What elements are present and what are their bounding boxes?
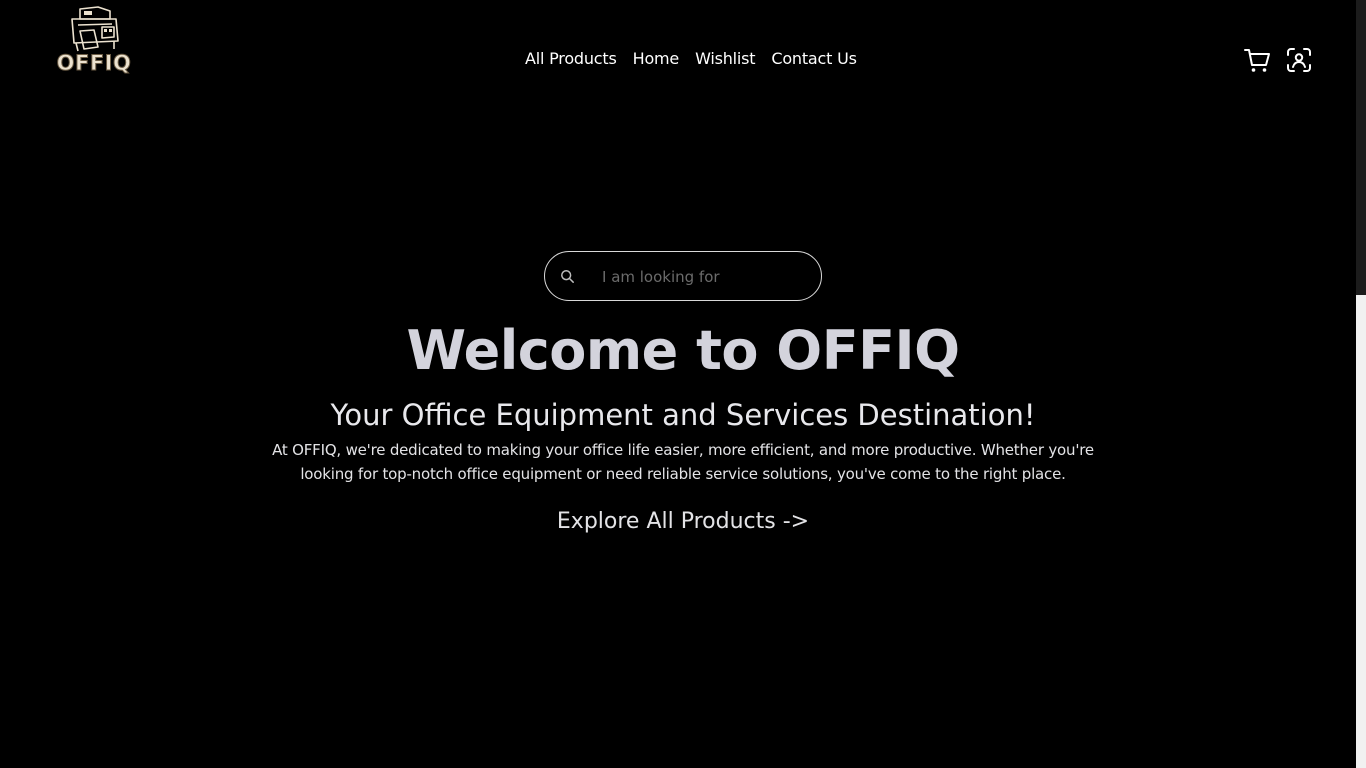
- nav-contact-us[interactable]: Contact Us: [771, 48, 857, 70]
- hero-description-line-1: At OFFIQ, we're dedicated to making your…: [272, 441, 1094, 459]
- main-nav: All Products Home Wishlist Contact Us: [525, 48, 857, 70]
- nav-all-products[interactable]: All Products: [525, 48, 617, 70]
- search-input[interactable]: [602, 264, 807, 290]
- nav-home[interactable]: Home: [633, 48, 680, 70]
- site-header: OFFIQ All Products Home Wishlist Contact…: [0, 0, 1356, 110]
- brand-name: OFFIQ: [56, 51, 132, 75]
- hero-title: Welcome to OFFIQ: [406, 319, 960, 382]
- brand-logo[interactable]: OFFIQ: [52, 5, 136, 75]
- cart-icon[interactable]: [1243, 46, 1271, 74]
- search-bar[interactable]: [544, 251, 822, 301]
- hero-description: At OFFIQ, we're dedicated to making your…: [220, 438, 1146, 486]
- printer-logo-icon: [71, 6, 119, 52]
- explore-all-products-link[interactable]: Explore All Products ->: [0, 506, 1366, 538]
- scrollbar-thumb[interactable]: [1356, 0, 1366, 295]
- hero-subtitle: Your Office Equipment and Services Desti…: [330, 398, 1036, 432]
- header-actions: [1243, 46, 1313, 74]
- search-icon: [560, 269, 575, 284]
- hero-description-line-2: looking for top-notch office equipment o…: [300, 465, 1066, 483]
- nav-wishlist[interactable]: Wishlist: [695, 48, 755, 70]
- user-scan-icon[interactable]: [1285, 46, 1313, 74]
